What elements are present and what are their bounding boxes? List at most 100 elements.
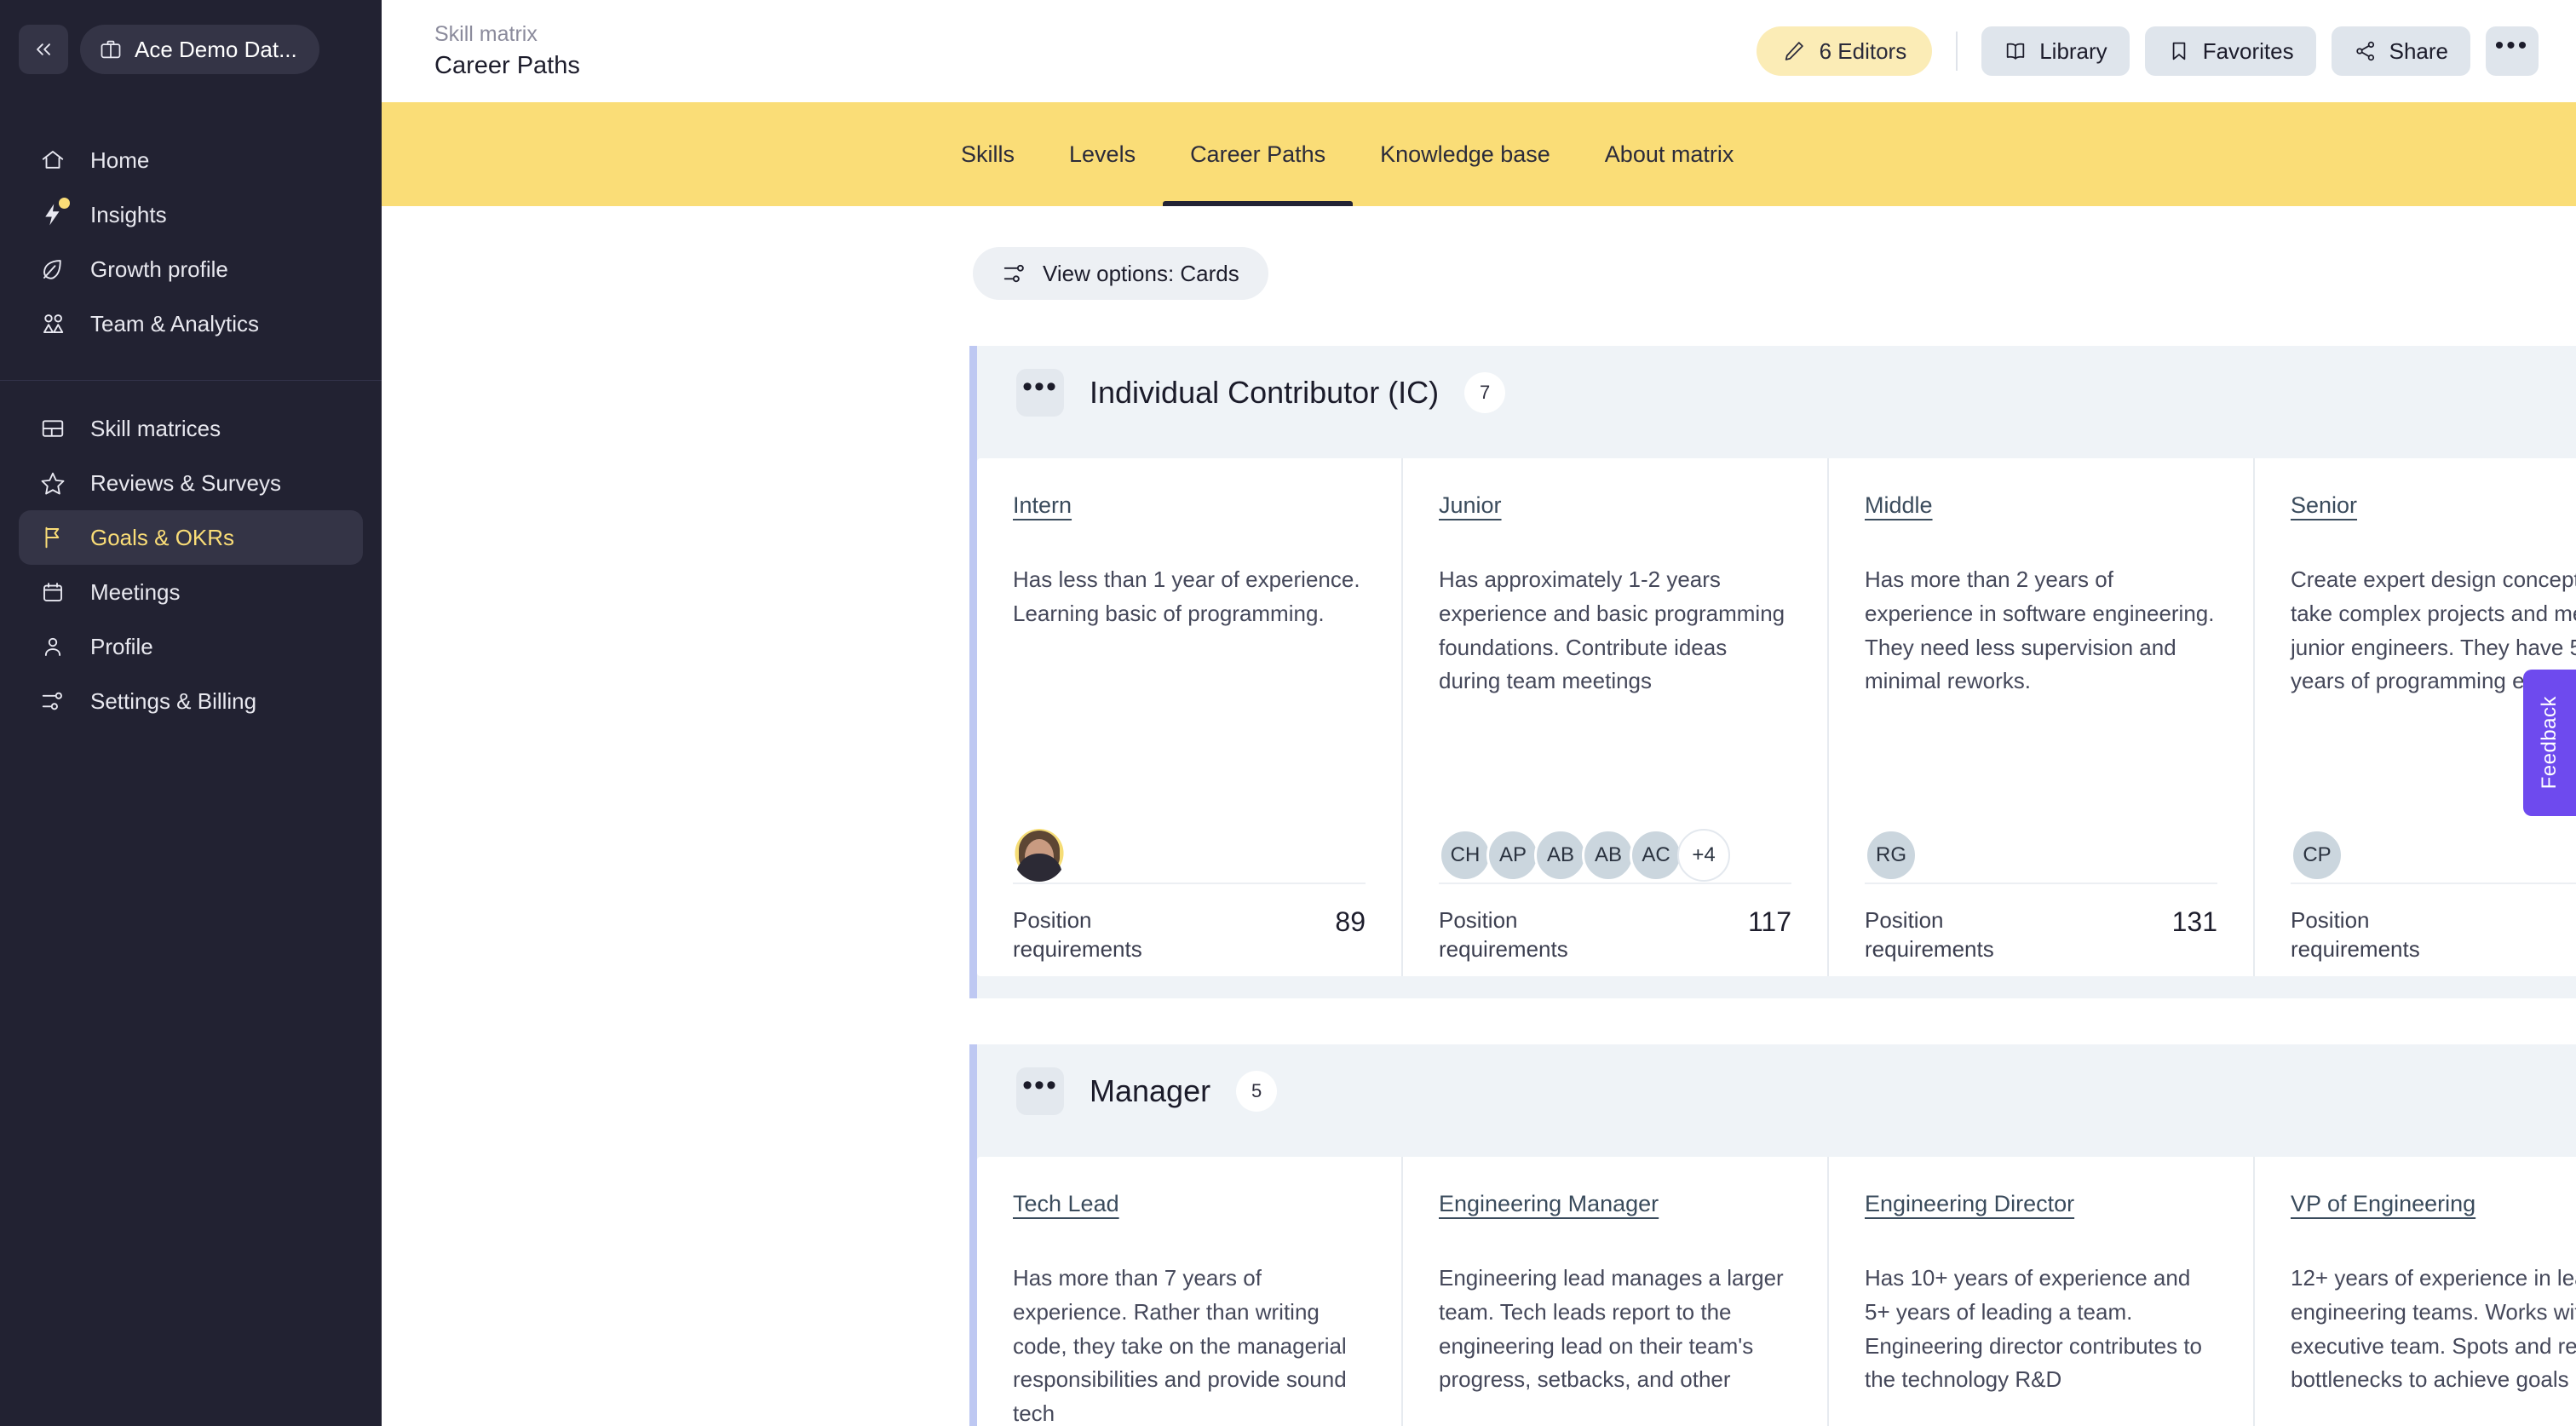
- tab-knowledge-base[interactable]: Knowledge base: [1353, 102, 1578, 206]
- card-title-link[interactable]: VP of Engineering: [2291, 1191, 2475, 1217]
- avatar[interactable]: AP: [1486, 829, 1539, 882]
- workspace-switcher[interactable]: Ace Demo Dat...: [80, 25, 319, 74]
- sidebar-item-profile[interactable]: Profile: [19, 619, 363, 674]
- tab-about-matrix[interactable]: About matrix: [1578, 102, 1762, 206]
- sidebar-nav-primary: Home Insights Growth profile Team & Anal…: [0, 82, 382, 351]
- sidebar-item-settings-billing[interactable]: Settings & Billing: [19, 674, 363, 728]
- sliders-icon: [1003, 264, 1024, 283]
- card-title-link[interactable]: Engineering Director: [1865, 1191, 2074, 1217]
- tab-label: About matrix: [1604, 141, 1734, 167]
- avatar[interactable]: RG: [1865, 829, 1918, 882]
- lightning-icon: [34, 196, 72, 233]
- card-description: Has 10+ years of experience and 5+ years…: [1865, 1265, 2203, 1393]
- position-requirements-value: 89: [1335, 906, 1366, 937]
- leaf-icon: [34, 250, 72, 288]
- share-label: Share: [2389, 37, 2448, 64]
- section-menu-button[interactable]: •••: [1016, 1067, 1064, 1115]
- career-card-junior[interactable]: Junior Has approximately 1-2 years exper…: [1403, 458, 1829, 976]
- avatar[interactable]: AC: [1630, 829, 1682, 882]
- card-spacer: [1865, 699, 2217, 828]
- cards-row: Intern Has less than 1 year of experienc…: [977, 458, 2576, 976]
- sidebar-item-goals-okrs[interactable]: Goals & OKRs: [19, 510, 363, 565]
- card-title-link[interactable]: Junior: [1439, 492, 1502, 519]
- sidebar-item-meetings[interactable]: Meetings: [19, 565, 363, 619]
- avatar[interactable]: AB: [1534, 829, 1587, 882]
- career-card-intern[interactable]: Intern Has less than 1 year of experienc…: [977, 458, 1403, 976]
- sidebar-item-home[interactable]: Home: [19, 133, 363, 187]
- sidebar-item-reviews-surveys[interactable]: Reviews & Surveys: [19, 456, 363, 510]
- sidebar-item-insights[interactable]: Insights: [19, 187, 363, 242]
- editors-button[interactable]: 6 Editors: [1756, 26, 1933, 76]
- card-footer: Position requirements 89: [1013, 883, 1366, 976]
- sidebar-item-label: Reviews & Surveys: [90, 469, 281, 496]
- card-title-link[interactable]: Intern: [1013, 492, 1072, 519]
- sidebar-item-skill-matrices[interactable]: Skill matrices: [19, 401, 363, 456]
- position-requirements-label: Position requirements: [1865, 907, 1994, 962]
- sidebar-item-growth-profile[interactable]: Growth profile: [19, 242, 363, 296]
- briefcase-icon: [101, 40, 121, 59]
- favorites-button[interactable]: Favorites: [2144, 26, 2316, 76]
- view-options-button[interactable]: View options: Cards: [973, 247, 1268, 300]
- avatar-overflow-count[interactable]: +4: [1677, 829, 1730, 882]
- sidebar-item-label: Growth profile: [90, 256, 228, 282]
- more-options-button[interactable]: •••: [2486, 26, 2539, 76]
- library-button[interactable]: Library: [1981, 26, 2130, 76]
- tab-label: Career Paths: [1190, 141, 1326, 167]
- avatar-overflow-label: +4: [1692, 843, 1716, 866]
- page-title: Career Paths: [434, 52, 580, 79]
- position-requirements-label: Position requirements: [1439, 907, 1568, 962]
- layout-icon: [34, 410, 72, 447]
- avatar-initials: AB: [1594, 843, 1622, 866]
- card-title-link[interactable]: Engineering Manager: [1439, 1191, 1659, 1217]
- tab-bar: Skills Levels Career Paths Knowledge bas…: [382, 102, 2576, 206]
- tab-label: Knowledge base: [1380, 141, 1550, 167]
- sidebar: Ace Demo Dat... Home Insights Growth pro…: [0, 0, 382, 1426]
- card-spacer: [1439, 699, 1791, 828]
- feedback-tab[interactable]: Feedback: [2523, 670, 2576, 816]
- position-requirements-label: Position requirements: [1013, 907, 1142, 962]
- sliders-icon: [34, 682, 72, 720]
- breadcrumb: Skill matrix Career Paths: [434, 22, 580, 80]
- avatar[interactable]: CP: [2291, 829, 2343, 882]
- top-actions: 6 Editors Library Favorites Share •••: [1756, 26, 2539, 76]
- section-header: ••• Manager 5: [969, 1044, 2576, 1138]
- sidebar-item-label: Home: [90, 147, 150, 173]
- career-card-engineering-manager[interactable]: Engineering Manager Engineering lead man…: [1403, 1157, 1829, 1426]
- tab-career-paths[interactable]: Career Paths: [1163, 102, 1354, 206]
- card-title-link[interactable]: Tech Lead: [1013, 1191, 1119, 1217]
- avatar[interactable]: AB: [1582, 829, 1635, 882]
- card-description: Engineering lead manages a larger team. …: [1439, 1265, 1784, 1393]
- career-card-middle[interactable]: Middle Has more than 2 years of experien…: [1829, 458, 2255, 976]
- section-header: ••• Individual Contributor (IC) 7: [969, 346, 2576, 440]
- tab-skills[interactable]: Skills: [934, 102, 1042, 206]
- avatar[interactable]: [1013, 829, 1066, 882]
- section-individual-contributor: ••• Individual Contributor (IC) 7 Intern…: [382, 346, 2576, 998]
- sidebar-item-team-analytics[interactable]: Team & Analytics: [19, 296, 363, 351]
- section-menu-button[interactable]: •••: [1016, 369, 1064, 417]
- collapse-sidebar-button[interactable]: [19, 25, 68, 74]
- favorites-label: Favorites: [2202, 37, 2294, 64]
- career-card-tech-lead[interactable]: Tech Lead Has more than 7 years of exper…: [977, 1157, 1403, 1426]
- card-footer: Position requirements 131: [2291, 883, 2576, 976]
- career-card-vp-of-engineering[interactable]: VP of Engineering 12+ years of experienc…: [2255, 1157, 2576, 1426]
- career-card-engineering-director[interactable]: Engineering Director Has 10+ years of ex…: [1829, 1157, 2255, 1426]
- breadcrumb-parent[interactable]: Skill matrix: [434, 22, 580, 47]
- tab-levels[interactable]: Levels: [1042, 102, 1163, 206]
- share-button[interactable]: Share: [2331, 26, 2470, 76]
- share-icon: [2355, 41, 2374, 61]
- view-options-label: View options: Cards: [1043, 260, 1239, 286]
- sidebar-item-label: Goals & OKRs: [90, 524, 235, 550]
- home-icon: [34, 141, 72, 179]
- section-manager: ••• Manager 5 Tech Lead Has more than 7 …: [382, 1044, 2576, 1426]
- avatar[interactable]: CH: [1439, 829, 1492, 882]
- section-cards-band: Intern Has less than 1 year of experienc…: [969, 440, 2576, 998]
- notification-dot: [59, 198, 70, 209]
- avatar-initials: AB: [1546, 843, 1574, 866]
- avatar-initials: AC: [1642, 843, 1670, 866]
- sidebar-item-label: Insights: [90, 201, 167, 227]
- pencil-icon: [1785, 42, 1803, 60]
- avatar-initials: CH: [1450, 843, 1481, 866]
- card-title-link[interactable]: Senior: [2291, 492, 2357, 519]
- card-title-link[interactable]: Middle: [1865, 492, 1933, 519]
- section-title: Individual Contributor (IC): [1090, 375, 1440, 410]
